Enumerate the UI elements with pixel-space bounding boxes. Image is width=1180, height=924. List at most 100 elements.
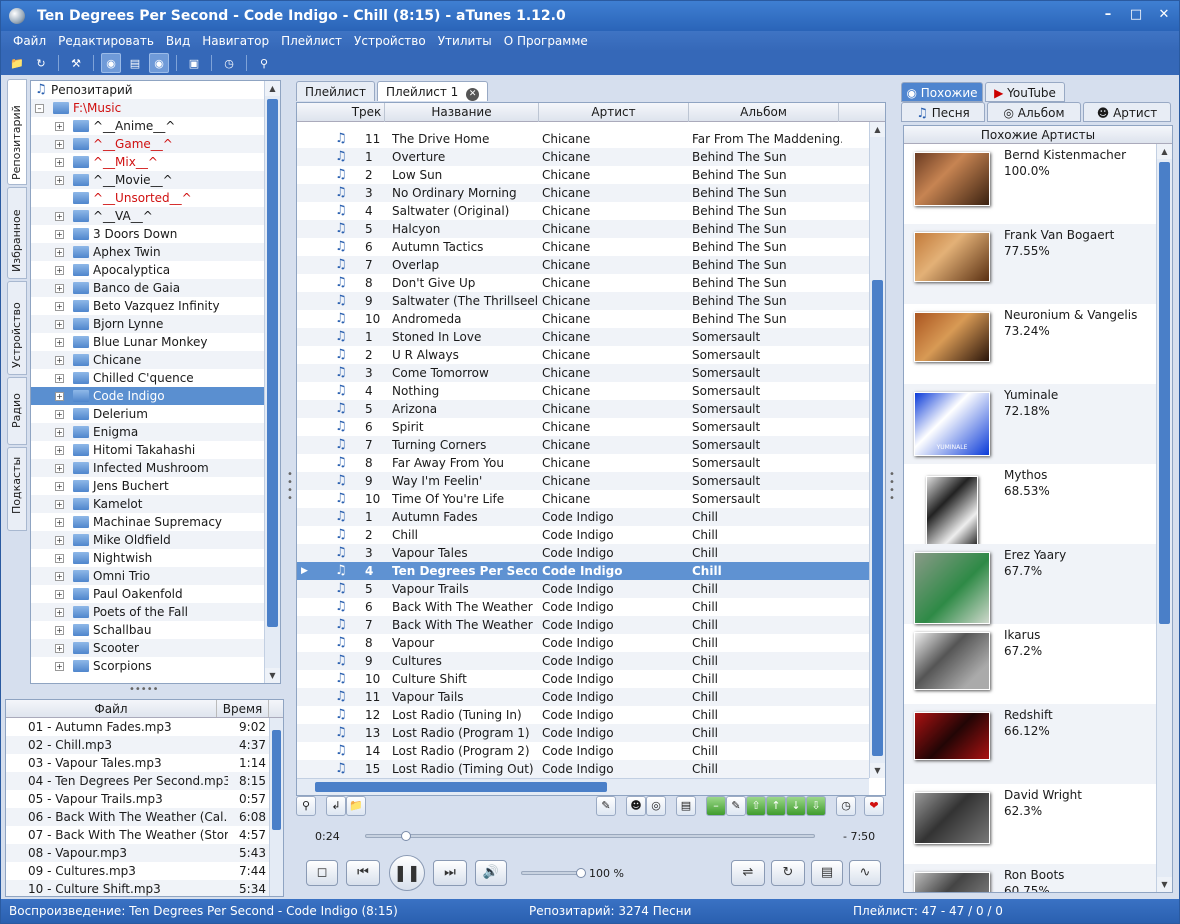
file-row[interactable]: 06 - Back With The Weather (Cal... 6:08 [6, 808, 283, 826]
playlist-row[interactable]: ♫ 3 Vapour Tales Code Indigo Chill [297, 544, 869, 562]
tab-artist[interactable]: ☻ Артист [1083, 102, 1171, 122]
playlist-row[interactable]: ♫ 12 Lost Radio (Tuning In) Code Indigo Chil… [297, 706, 869, 724]
remove-icon[interactable]: – [706, 796, 726, 816]
preferences-icon[interactable]: ⚒ [66, 53, 86, 73]
playlist-row[interactable]: ♫ 8 Vapour Code Indigo Chill [297, 634, 869, 652]
left-splitter[interactable]: • • • • [287, 470, 293, 504]
tree-drive[interactable]: – F:\Music [31, 99, 280, 117]
menu-device[interactable]: Устройство [348, 31, 432, 51]
expand-icon[interactable]: + [55, 428, 64, 437]
playlist-row[interactable]: ♫ 15 Lost Radio (Timing Out) Code Indigo Chi… [297, 760, 869, 778]
load-playlist-icon[interactable]: ↲ [326, 796, 346, 816]
playlist-row[interactable]: ♫ 9 Way I'm Feelin' Chicane Somersault [297, 472, 869, 490]
progress-slider[interactable] [365, 831, 815, 841]
playlist-row[interactable]: ♫ 6 Back With The Weather (... Code Indigo C… [297, 598, 869, 616]
tab-podcasts[interactable]: Подкасты [7, 447, 27, 531]
expand-icon[interactable]: + [55, 554, 64, 563]
tree-item[interactable]: + Chicane [31, 351, 280, 369]
tab-album[interactable]: ◎ Альбом [987, 102, 1081, 122]
scroll-down-icon[interactable]: ▼ [1157, 877, 1172, 892]
karaoke-button[interactable]: ▤ [811, 860, 843, 886]
file-row[interactable]: 09 - Cultures.mp3 7:44 [6, 862, 283, 880]
scroll-down-icon[interactable]: ▼ [870, 763, 885, 778]
tree-item[interactable]: + Aphex Twin [31, 243, 280, 261]
similar-artist-item[interactable]: Neuronium & Vangelis 73.24% [904, 304, 1156, 384]
menu-tools[interactable]: Утилиты [432, 31, 498, 51]
expand-icon[interactable]: + [55, 338, 64, 347]
similar-artist-item[interactable]: Ron Boots 60.75% [904, 864, 1156, 892]
tree-item[interactable]: + Paul Oakenfold [31, 585, 280, 603]
artist-info-icon[interactable]: ☻ [626, 796, 646, 816]
tree-item[interactable]: +3 Doors Down [31, 225, 280, 243]
expand-icon[interactable]: + [55, 140, 64, 149]
expand-icon[interactable]: + [55, 212, 64, 221]
expand-icon[interactable]: + [55, 284, 64, 293]
playlist-row[interactable]: ♫ 13 Lost Radio (Program 1) Code Indigo Chil… [297, 724, 869, 742]
playlist-row[interactable]: ♫ 4 Saltwater (Original) Chicane Behind The … [297, 202, 869, 220]
artist-name[interactable]: David Wright [1004, 788, 1082, 802]
expand-icon[interactable]: + [55, 590, 64, 599]
similar-artist-item[interactable]: Mythos 68.53% [904, 464, 1156, 550]
tree-item[interactable]: + Kamelot [31, 495, 280, 513]
expand-icon[interactable]: + [55, 464, 64, 473]
close-tab-icon[interactable]: ✕ [466, 88, 480, 101]
tab-song[interactable]: ♫ Песня [901, 102, 985, 122]
file-row[interactable]: 01 - Autumn Fades.mp3 9:02 [6, 718, 283, 736]
tree-item[interactable]: + Apocalyptica [31, 261, 280, 279]
tree-item[interactable]: + Scorpions [31, 657, 280, 675]
files-scrollbar[interactable] [269, 718, 283, 896]
tree-item[interactable]: + Blue Lunar Monkey [31, 333, 280, 351]
tab-youtube[interactable]: ▶ YouTube [985, 82, 1065, 102]
playlist-row[interactable]: ♫ 5 Vapour Trails Code Indigo Chill [297, 580, 869, 598]
expand-icon[interactable]: + [55, 356, 64, 365]
playlist-row[interactable]: ▶ ♫ 4 Ten Degrees Per Second Code Indigo Chil… [297, 562, 869, 580]
artist-name[interactable]: Ron Boots [1004, 868, 1064, 882]
repeat-button[interactable]: ↻ [771, 860, 805, 886]
volume-slider[interactable] [521, 868, 586, 878]
menu-view[interactable]: Вид [160, 31, 196, 51]
tab-radio[interactable]: Радио [7, 377, 27, 445]
volume-knob[interactable] [576, 868, 586, 878]
minimize-icon[interactable]: – [1099, 7, 1117, 23]
playlist-row[interactable]: ♫ 5 Halcyon Chicane Behind The Sun [297, 220, 869, 238]
similar-scrollbar[interactable]: ▲ ▼ [1156, 144, 1172, 892]
playlist-row[interactable]: ♫ 1 Stoned In Love Chicane Somersault [297, 328, 869, 346]
similar-artist-item[interactable]: Erez Yaary 67.7% [904, 544, 1156, 624]
next-button[interactable]: ⏭ [433, 860, 467, 886]
move-bottom-icon[interactable]: ⇩ [806, 796, 826, 816]
artist-name[interactable]: Erez Yaary [1004, 548, 1066, 562]
ripper-icon[interactable]: ▣ [184, 53, 204, 73]
expand-icon[interactable]: + [55, 608, 64, 617]
playlist-row[interactable]: ♫ 8 Far Away From You Chicane Somersault [297, 454, 869, 472]
tree-item[interactable]: + ^__VA__^ [31, 207, 280, 225]
file-row[interactable]: 08 - Vapour.mp3 5:43 [6, 844, 283, 862]
playlist-row[interactable]: ♫ 4 Nothing Chicane Somersault [297, 382, 869, 400]
scroll-down-icon[interactable]: ▼ [265, 668, 280, 683]
playlist-row[interactable]: ♫ 14 Lost Radio (Program 2) Code Indigo Chil… [297, 742, 869, 760]
tree-item[interactable]: + Bjorn Lynne [31, 315, 280, 333]
expand-icon[interactable]: + [55, 626, 64, 635]
tree-item[interactable]: + Nightwish [31, 549, 280, 567]
playlist-row[interactable]: ♫ 1 Overture Chicane Behind The Sun [297, 148, 869, 166]
expand-icon[interactable]: + [55, 392, 64, 401]
playlist-vscroll[interactable]: ▲ ▼ [869, 122, 885, 778]
list-icon[interactable]: ▤ [676, 796, 696, 816]
similar-artist-item[interactable]: YUMINALE Yuminale 72.18% [904, 384, 1156, 464]
artist-name[interactable]: Redshift [1004, 708, 1053, 722]
playlist-row[interactable]: ♫ 6 Spirit Chicane Somersault [297, 418, 869, 436]
move-up-icon[interactable]: ↑ [766, 796, 786, 816]
maximize-icon[interactable]: □ [1127, 7, 1145, 23]
refresh-icon[interactable]: ↻ [31, 53, 51, 73]
playlist-row[interactable]: ♫ 6 Autumn Tactics Chicane Behind The Sun [297, 238, 869, 256]
previous-button[interactable]: ⏮ [346, 860, 380, 886]
menu-about[interactable]: О Программе [498, 31, 594, 51]
tree-item[interactable]: + Machinae Supremacy [31, 513, 280, 531]
scroll-up-icon[interactable]: ▲ [1157, 144, 1172, 159]
save-playlist-icon[interactable]: 📁 [346, 796, 366, 816]
expand-icon[interactable]: + [55, 374, 64, 383]
playlist-row[interactable]: ♫ 2 U R Always Chicane Somersault [297, 346, 869, 364]
similar-artist-item[interactable]: Redshift 66.12% [904, 704, 1156, 784]
tree-item[interactable]: + Hitomi Takahashi [31, 441, 280, 459]
expand-icon[interactable]: + [55, 410, 64, 419]
search-icon[interactable]: ⚲ [254, 53, 274, 73]
